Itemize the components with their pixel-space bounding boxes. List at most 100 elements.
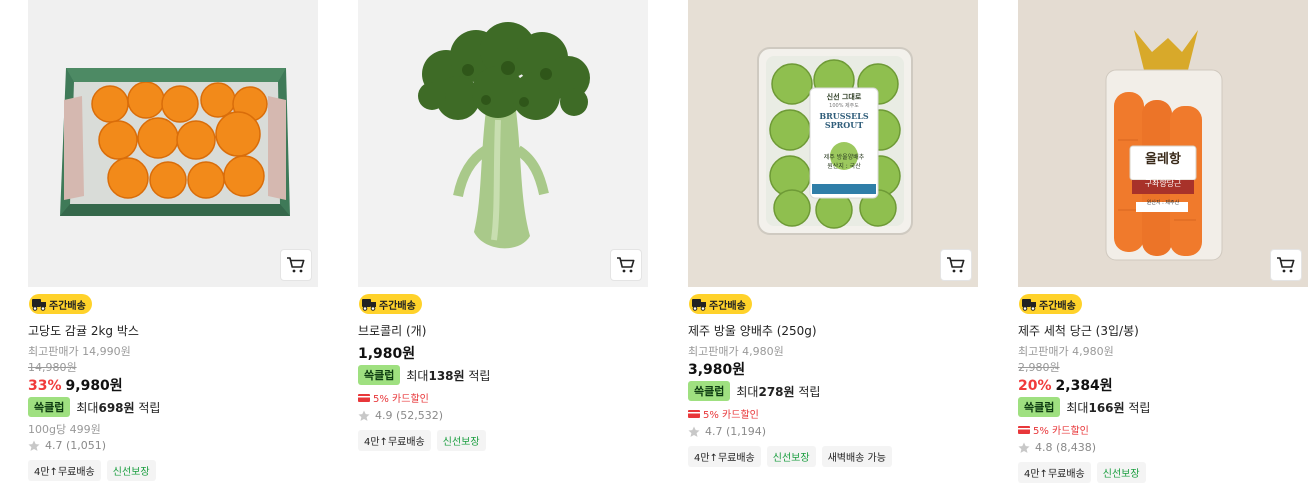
add-to-cart-button[interactable] (940, 249, 972, 281)
rating-score: 4.7 (705, 425, 723, 438)
sale-price-row: 20% 2,384원 (1018, 375, 1113, 395)
benefit-chips: 4만↑무료배송 신선보장 새벽배송 가능 (688, 446, 892, 467)
free-shipping-chip: 4만↑무료배송 (358, 430, 431, 451)
club-suffix: 적립 (468, 368, 491, 383)
club-amount: 278원 (758, 384, 795, 399)
dawn-delivery-chip: 새벽배송 가능 (821, 446, 892, 467)
card-discount: 5% 카드할인 (1018, 422, 1089, 437)
unit-price: 100g당 499원 (28, 423, 101, 436)
sale-price: 1,980원 (358, 346, 416, 362)
club-prefix: 최대 (736, 384, 759, 399)
free-shipping-chip: 4만↑무료배송 (1018, 462, 1091, 483)
benefit-chips: 4만↑무료배송 신선보장 (28, 460, 156, 481)
rating: 4.9 (52,532) (358, 409, 443, 422)
badge-label: 주간배송 (49, 300, 86, 312)
delivery-truck-icon (362, 299, 376, 311)
discount-rate: 20% (1018, 378, 1052, 394)
discount-rate: 33% (28, 378, 62, 394)
rating: 4.8 (8,438) (1018, 441, 1096, 454)
club-prefix: 최대 (1066, 400, 1089, 415)
cart-icon (947, 257, 965, 273)
bag-origin: 원산지 : 제주산 (1146, 200, 1180, 206)
club-suffix: 적립 (798, 384, 821, 399)
product-card[interactable]: 신선 그대로 100% 제주도 BRUSSELS SPROUT 제주 방울양배추… (688, 0, 978, 502)
badge-label: 주간배송 (1039, 300, 1076, 312)
pack-origin: 원산지 : 국산 (827, 163, 861, 170)
benefit-chips: 4만↑무료배송 신선보장 (358, 430, 486, 451)
weekly-delivery-badge: 주간배송 (689, 294, 752, 314)
cart-icon (1277, 257, 1295, 273)
original-price: 2,980원 (1018, 361, 1060, 374)
review-count: (8,438) (1056, 441, 1097, 454)
club-amount: 166원 (1088, 400, 1125, 415)
highest-price: 최고판매가 4,980원 (688, 345, 784, 358)
product-name[interactable]: 브로콜리 (개) (358, 322, 426, 339)
rating-score: 4.9 (375, 409, 393, 422)
star-icon (358, 410, 370, 421)
cart-icon (287, 257, 305, 273)
pack-brand: 신선 그대로 (826, 93, 862, 101)
bag-label: 올레항 구좌향당근 원산지 : 제주산 (1130, 148, 1196, 206)
free-shipping-chip: 4만↑무료배송 (688, 446, 761, 467)
product-name[interactable]: 제주 세척 당근 (3입/봉) (1018, 322, 1139, 339)
club-reward: 쓱클럽 최대 278원 적립 (688, 381, 820, 401)
benefit-chips: 4만↑무료배송 신선보장 (1018, 462, 1146, 483)
pack-origin-top: 100% 제주도 (829, 103, 859, 109)
credit-card-icon (688, 409, 700, 418)
delivery-truck-icon (32, 299, 46, 311)
product-card[interactable]: 올레항 구좌향당근 원산지 : 제주산 주간배송 제주 세척 당근 (3입/봉)… (1018, 0, 1308, 502)
card-discount: 5% 카드할인 (358, 390, 429, 405)
fresh-guarantee-chip: 신선보장 (106, 460, 156, 481)
add-to-cart-button[interactable] (280, 249, 312, 281)
product-image[interactable] (358, 0, 648, 287)
product-image[interactable] (28, 0, 318, 287)
star-icon (1018, 442, 1030, 453)
weekly-delivery-badge: 주간배송 (29, 294, 92, 314)
club-tag: 쓱클럽 (1018, 397, 1061, 417)
review-count: (52,532) (396, 409, 444, 422)
club-tag: 쓱클럽 (688, 381, 731, 401)
tangerine-box-image (28, 0, 318, 287)
product-card[interactable]: 주간배송 고당도 감귤 2kg 박스 최고판매가 14,990원 14,980원… (28, 0, 318, 502)
highest-price: 최고판매가 14,990원 (28, 345, 131, 358)
highest-price: 최고판매가 4,980원 (1018, 345, 1114, 358)
star-icon (688, 426, 700, 437)
product-name[interactable]: 제주 방울 양배추 (250g) (688, 322, 817, 339)
club-prefix: 최대 (406, 368, 429, 383)
review-count: (1,051) (66, 439, 107, 452)
sale-price-row: 33% 9,980원 (28, 375, 123, 395)
free-shipping-chip: 4만↑무료배송 (28, 460, 101, 481)
broccoli-image (358, 0, 648, 287)
card-discount-label: 5% 카드할인 (703, 410, 759, 421)
product-image[interactable]: 올레항 구좌향당근 원산지 : 제주산 (1018, 0, 1308, 287)
club-tag: 쓱클럽 (358, 365, 401, 385)
pack-subtitle: 제주 방울양배추 (823, 154, 865, 161)
badge-label: 주간배송 (709, 300, 746, 312)
product-card[interactable]: 주간배송 브로콜리 (개) 1,980원 쓱클럽 최대 138원 적립 5% 카드… (358, 0, 648, 502)
card-discount-label: 5% 카드할인 (373, 394, 429, 405)
fresh-guarantee-chip: 신선보장 (1096, 462, 1146, 483)
add-to-cart-button[interactable] (1270, 249, 1302, 281)
product-image[interactable]: 신선 그대로 100% 제주도 BRUSSELS SPROUT 제주 방울양배추… (688, 0, 978, 287)
product-name[interactable]: 고당도 감귤 2kg 박스 (28, 322, 139, 339)
weekly-delivery-badge: 주간배송 (1019, 294, 1082, 314)
original-price: 14,980원 (28, 361, 77, 374)
rating: 4.7 (1,051) (28, 439, 106, 452)
badge-label: 주간배송 (379, 300, 416, 312)
delivery-truck-icon (692, 299, 706, 311)
weekly-delivery-badge: 주간배송 (359, 294, 422, 314)
club-suffix: 적립 (1128, 400, 1151, 415)
delivery-truck-icon (1022, 299, 1036, 311)
card-discount: 5% 카드할인 (688, 406, 759, 421)
add-to-cart-button[interactable] (610, 249, 642, 281)
review-count: (1,194) (726, 425, 767, 438)
card-discount-label: 5% 카드할인 (1033, 426, 1089, 437)
club-tag: 쓱클럽 (28, 397, 71, 417)
club-reward: 쓱클럽 최대 698원 적립 (28, 397, 160, 417)
rating: 4.7 (1,194) (688, 425, 766, 438)
fresh-guarantee-chip: 신선보장 (436, 430, 486, 451)
credit-card-icon (358, 393, 370, 402)
bag-label-text: 구좌향당근 (1144, 179, 1182, 188)
club-prefix: 최대 (76, 400, 99, 415)
credit-card-icon (1018, 425, 1030, 434)
